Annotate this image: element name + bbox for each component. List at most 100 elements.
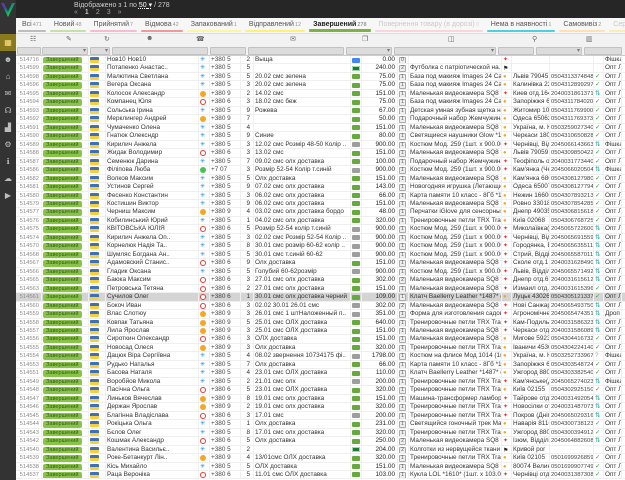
table-row[interactable]: 514594ЗавершенийКомпанец Юля+380 6318.02… — [16, 98, 625, 106]
sidebar-item-stats[interactable]: ▟ — [0, 119, 16, 136]
table-row[interactable]: 514588ЗавершенийЖидак Володимир+380 6313… — [16, 149, 625, 157]
table-row[interactable]: 514555ЗавершенийНовосад Олеся+380 93Олх … — [16, 344, 625, 352]
sidebar-item-video[interactable]: ▶ — [0, 187, 16, 204]
tab-прийнятий[interactable]: Прийнятий7 — [88, 18, 140, 33]
order-id: 514567 — [16, 259, 42, 266]
source-star-icon: ✳ — [200, 447, 206, 453]
filter-input-10[interactable] — [584, 47, 622, 55]
table-row[interactable]: 514559ЗавершенийВлас Слотюу+380 9326.01 … — [16, 310, 625, 318]
product-name: Перчатки iGlove для сенсорных .. — [409, 208, 502, 215]
filter-input-0[interactable] — [17, 47, 41, 55]
delivery-city: Луцьк 43026 — [512, 293, 550, 300]
table-row[interactable]: 514575ЗавершенийКВІТОВСЬКА ЮЛІЯ+380 65Ро… — [16, 225, 625, 233]
first-page-button[interactable]: « — [74, 9, 78, 16]
table-row[interactable]: 514716ЗавершенийНов10 Нов10✳+380 52Выща0… — [16, 56, 625, 64]
tab-запакований[interactable]: Запакований1 — [185, 18, 243, 33]
table-row[interactable]: 514544ЗавершенийРокіцька Ольга✳+380 51Ол… — [16, 420, 625, 428]
table-row[interactable]: 514561ЗавершенийСучилов Олег+380 6130.01… — [16, 293, 625, 301]
table-row[interactable]: 514566ЗавершенийГладик Оксана✳+380 55Гол… — [16, 268, 625, 276]
table-row[interactable]: 514589ЗавершенийКирилич Анжела✳+380 5312… — [16, 141, 625, 149]
tab-сервіси[interactable]: Сервіси0 — [607, 18, 625, 33]
filter-input-1[interactable]: ▾ — [42, 47, 88, 55]
table-row[interactable]: 514590ЗавершенийГнатюк Олексндр✳+380 59С… — [16, 132, 625, 140]
product-name: Маленькая видеокамера SQ8 *.. — [409, 90, 502, 97]
app-logo-icon[interactable] — [1, 3, 15, 17]
table-row[interactable]: 514551ЗавершенийБасова Наталя✳+380 5423.… — [16, 369, 625, 377]
table-row[interactable]: 514540ЗавершенийВалентина Васильє..✳+380… — [16, 446, 625, 454]
sidebar-item-clients[interactable]: ☻ — [0, 51, 16, 68]
table-row[interactable]: 514568ЗавершенийШумляс Богдана Ан..✳+380… — [16, 251, 625, 259]
page-size-dropdown[interactable]: 50 ▾ — [139, 2, 152, 9]
filter-input-4[interactable] — [210, 47, 246, 55]
tab-нема-в-наявності[interactable]: Нема в наявності1 — [485, 18, 558, 33]
table-row[interactable]: 514591ЗавершенийЧумаченко Олена✳+380 541… — [16, 124, 625, 132]
table-row[interactable]: 514539ЗавершенийРоке-Бетанкурт Лін..+380… — [16, 454, 625, 462]
tab-відмова[interactable]: Відмова42 — [139, 18, 185, 33]
tab-всі[interactable]: Всі471 — [16, 18, 48, 33]
sidebar-item-settings[interactable]: ⚙ — [0, 136, 16, 153]
page-button-1[interactable]: 1 — [85, 9, 89, 16]
table-row[interactable]: 514586ЗавершенийФіліпова Люба+7 073Розмі… — [16, 166, 625, 174]
table-row[interactable]: 514549ЗавершенийВоробйов Микола✳+380 522… — [16, 378, 625, 386]
sidebar-item-info[interactable]: ℹ — [0, 153, 16, 170]
table-row[interactable]: 514596ЗавершенийВегера Оксана✳+380 5320.… — [16, 81, 625, 89]
table-row[interactable]: 514570ЗавершенийКорнелюк Надія Та..✳+380… — [16, 242, 625, 250]
tab-новий[interactable]: Новий48 — [48, 18, 88, 33]
table-row[interactable]: 514580ЗавершенийФесенко Константин✳+380 … — [16, 192, 625, 200]
page-button-2[interactable]: 2 — [96, 9, 100, 16]
page-button-3[interactable]: 3 — [107, 9, 111, 16]
table-row[interactable]: 514582ЗавершенийВолков Максим✳+380 55Олх… — [16, 175, 625, 183]
table-row[interactable]: 514574ЗавершенийКирилич Анжела Оп..✳+380… — [16, 234, 625, 242]
table-row[interactable]: 514595ЗавершенийКолосок Александр+380 92… — [16, 90, 625, 98]
product-column-icon: ◫ — [448, 35, 455, 43]
table-row[interactable]: 514557ЗавершенийЛила Ярослав+380 9325.01… — [16, 327, 625, 335]
product-name: Колготки из нервущейся ткани .. — [409, 446, 502, 453]
delivery-state-tt-icon: ⇅ — [595, 166, 600, 173]
table-row[interactable]: 514581ЗавершенийУстинов Сергей✳+380 5907… — [16, 183, 625, 191]
sidebar-item-company[interactable]: ⌂ — [0, 68, 16, 85]
table-row[interactable]: 514592ЗавершенийМерклингер Андрей+380 97… — [16, 115, 625, 123]
table-row[interactable]: 514537ЗавершенийРаца Вероніка+380 6511.0… — [16, 471, 625, 479]
tab-самовивіз[interactable]: Самовивіз2 — [557, 18, 607, 33]
table-row[interactable]: 514598ЗавершенийМалютина Светлана✳+380 5… — [16, 73, 625, 81]
status-badge: Завершений — [43, 277, 82, 283]
manager-tag: Опт Л — [604, 446, 622, 453]
sidebar-item-columns[interactable]: ▦ — [0, 34, 16, 51]
table-row[interactable]: 514577ЗавершенийЧерниш Максим+380 9403.0… — [16, 208, 625, 216]
table-row[interactable]: 514587ЗавершенийСеменюк Дарина✳+380 5709… — [16, 158, 625, 166]
table-row[interactable]: 514547ЗавершенийЛиньков Вячеслав+380 981… — [16, 395, 625, 403]
table-row[interactable]: 514543ЗавершенийБєлов Олег✳+380 5817.01 … — [16, 429, 625, 437]
last-page-button[interactable]: » — [118, 9, 122, 16]
sidebar-item-apps[interactable]: ☁ — [0, 170, 16, 187]
table-row[interactable]: 514538ЗавершенийКісь Михайло✳+380 55ОЛХ … — [16, 463, 625, 471]
tab-повернення-товару-в-дорозі-[interactable]: Повернення товару (в дорозі)0 — [373, 18, 485, 33]
table-row[interactable]: 514545ЗавершенийБлагінна Владіслава+380 … — [16, 412, 625, 420]
sidebar-item-orders[interactable]: ✉ — [0, 85, 16, 102]
table-row[interactable]: 514563ЗавершенийПетровська Тетяна+380 62… — [16, 285, 625, 293]
table-row[interactable]: 514599ЗавершенийПотапенко Анастас..✳+380… — [16, 64, 625, 72]
message-count: 3 — [241, 327, 254, 334]
tab-завершений[interactable]: Завершений278 — [307, 18, 372, 33]
filter-input-7[interactable]: ▾ — [394, 47, 496, 55]
filter-input-5[interactable] — [248, 47, 344, 55]
table-row[interactable]: 514554ЗавершенийДацюк Віра Сергіївна✳+38… — [16, 352, 625, 360]
table-row[interactable]: 514579ЗавершенийКостишин Виктор✳+380 590… — [16, 200, 625, 208]
table-row[interactable]: 514567ЗавершенийАдамовский Станис..+380 … — [16, 259, 625, 267]
tab-відправлений[interactable]: Відправлений12 — [243, 18, 307, 33]
table-row[interactable]: 514542ЗавершенийКошмак Александр+380 65О… — [16, 437, 625, 445]
filter-input-6[interactable]: ▾ — [346, 47, 392, 55]
table-row[interactable]: 514558ЗавершенийКовпак Татьяна+380 9525.… — [16, 319, 625, 327]
table-row[interactable]: 514593ЗавершенийСольська Ірина✳+380 59Ро… — [16, 107, 625, 115]
table-row[interactable]: 514576ЗавершенийКобилинський Юрий✳+380 5… — [16, 217, 625, 225]
table-row[interactable]: 514565ЗавершенийБаюка Максим+380 6327.01… — [16, 276, 625, 284]
table-row[interactable]: 514553ЗавершенийРудько Наталья✳+380 57Ол… — [16, 361, 625, 369]
filter-input-8[interactable] — [498, 47, 534, 55]
filter-input-9[interactable]: ▾ — [536, 47, 582, 55]
table-row[interactable]: 514548ЗавершенийПасічна Ольга+380 6523.0… — [16, 386, 625, 394]
sidebar-item-campaigns[interactable]: ☊ — [0, 102, 16, 119]
filter-input-2[interactable]: ▾ — [90, 47, 110, 55]
filter-input-3[interactable] — [112, 47, 208, 55]
table-row[interactable]: 514560ЗавершенийБокоч Иван+380 6302.02 3… — [16, 302, 625, 310]
table-row[interactable]: 514546ЗавершенийДержан Ярослав+380 9219.… — [16, 403, 625, 411]
table-row[interactable]: 514556ЗавершенийСироткин Олександр+380 6… — [16, 335, 625, 343]
